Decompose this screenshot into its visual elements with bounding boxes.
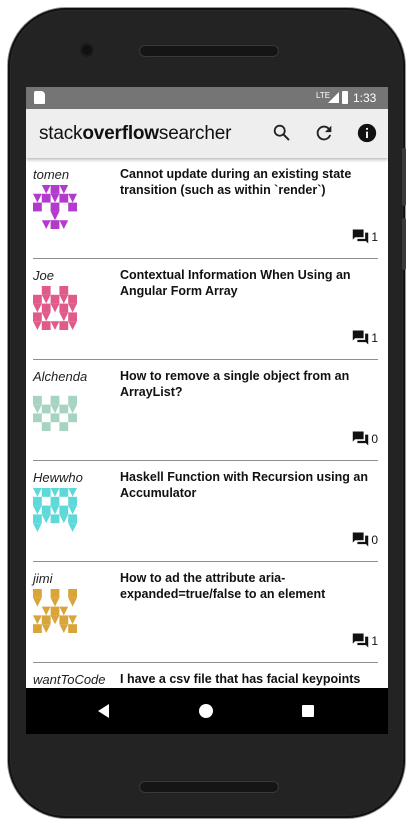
avatar <box>33 395 77 431</box>
question-author: Alchenda <box>33 369 88 384</box>
answer-count: 0 <box>351 430 378 447</box>
answer-count-value: 1 <box>371 633 378 648</box>
front-camera <box>82 45 92 55</box>
app-title-part: searcher <box>158 123 232 144</box>
chat-icon <box>351 228 370 245</box>
bottom-speaker <box>139 781 279 793</box>
app-title: stackoverflowsearcher <box>39 123 231 145</box>
answer-count-value: 1 <box>371 229 378 244</box>
volume-button[interactable] <box>402 148 406 206</box>
question-title: Cannot update during an existing state t… <box>120 167 352 197</box>
app-title-part: stack <box>39 123 83 144</box>
avatar <box>33 185 77 229</box>
question-author: jimi <box>33 571 53 586</box>
chat-icon <box>351 329 370 346</box>
chat-icon <box>351 531 370 548</box>
search-icon[interactable] <box>271 122 293 144</box>
answer-count: 0 <box>351 531 378 548</box>
signal-icon <box>328 92 339 103</box>
answer-count-value: 0 <box>371 532 378 547</box>
question-title: I have a csv file that has facial keypoi… <box>120 672 361 686</box>
avatar <box>33 286 77 330</box>
chat-icon <box>351 430 370 447</box>
list-item[interactable]: Joe Contextual Information When Using an … <box>26 259 388 360</box>
answer-count-value: 0 <box>371 431 378 446</box>
question-list[interactable]: tomen Cannot update during an existing st… <box>26 158 388 688</box>
list-item[interactable]: jimi How to ad the attribute aria-expande… <box>26 562 388 663</box>
question-author: Joe <box>33 268 54 283</box>
power-button[interactable] <box>402 218 406 270</box>
back-icon[interactable] <box>98 704 109 718</box>
answer-count-value: 1 <box>371 330 378 345</box>
question-author: wantToCode <box>33 672 106 687</box>
refresh-icon[interactable] <box>313 122 335 144</box>
question-title: Haskell Function with Recursion using an… <box>120 470 368 500</box>
avatar <box>33 589 77 633</box>
avatar <box>33 488 77 532</box>
answer-count: 1 <box>351 632 378 649</box>
top-speaker <box>139 45 279 57</box>
status-bar: LTE 1:33 <box>26 87 388 109</box>
answer-count: 1 <box>351 329 378 346</box>
question-title: How to remove a single object from an Ar… <box>120 369 350 399</box>
info-icon[interactable] <box>356 122 378 144</box>
navigation-bar <box>26 688 388 734</box>
app-title-part: overflow <box>82 123 159 144</box>
chat-icon <box>351 632 370 649</box>
list-item[interactable]: Hewwho Haskell Function with Recursion us… <box>26 461 388 562</box>
recents-icon[interactable] <box>302 705 314 717</box>
answer-count: 1 <box>351 228 378 245</box>
list-item[interactable]: tomen Cannot update during an existing st… <box>26 158 388 259</box>
list-item[interactable]: wantToCode I have a csv file that has fac… <box>26 663 388 688</box>
question-author: Hewwho <box>33 470 83 485</box>
app-bar: stackoverflowsearcher <box>26 109 388 158</box>
battery-icon <box>342 91 348 104</box>
question-title: How to ad the attribute aria-expanded=tr… <box>120 571 326 601</box>
screen: LTE 1:33 stackoverflowsearcher tomen Cann… <box>26 87 388 734</box>
sd-card-icon <box>34 91 45 104</box>
question-title: Contextual Information When Using an Ang… <box>120 268 351 298</box>
question-author: tomen <box>33 167 70 182</box>
list-item[interactable]: Alchenda How to remove a single object fr… <box>26 360 388 461</box>
clock: 1:33 <box>353 91 377 105</box>
home-icon[interactable] <box>199 704 213 718</box>
